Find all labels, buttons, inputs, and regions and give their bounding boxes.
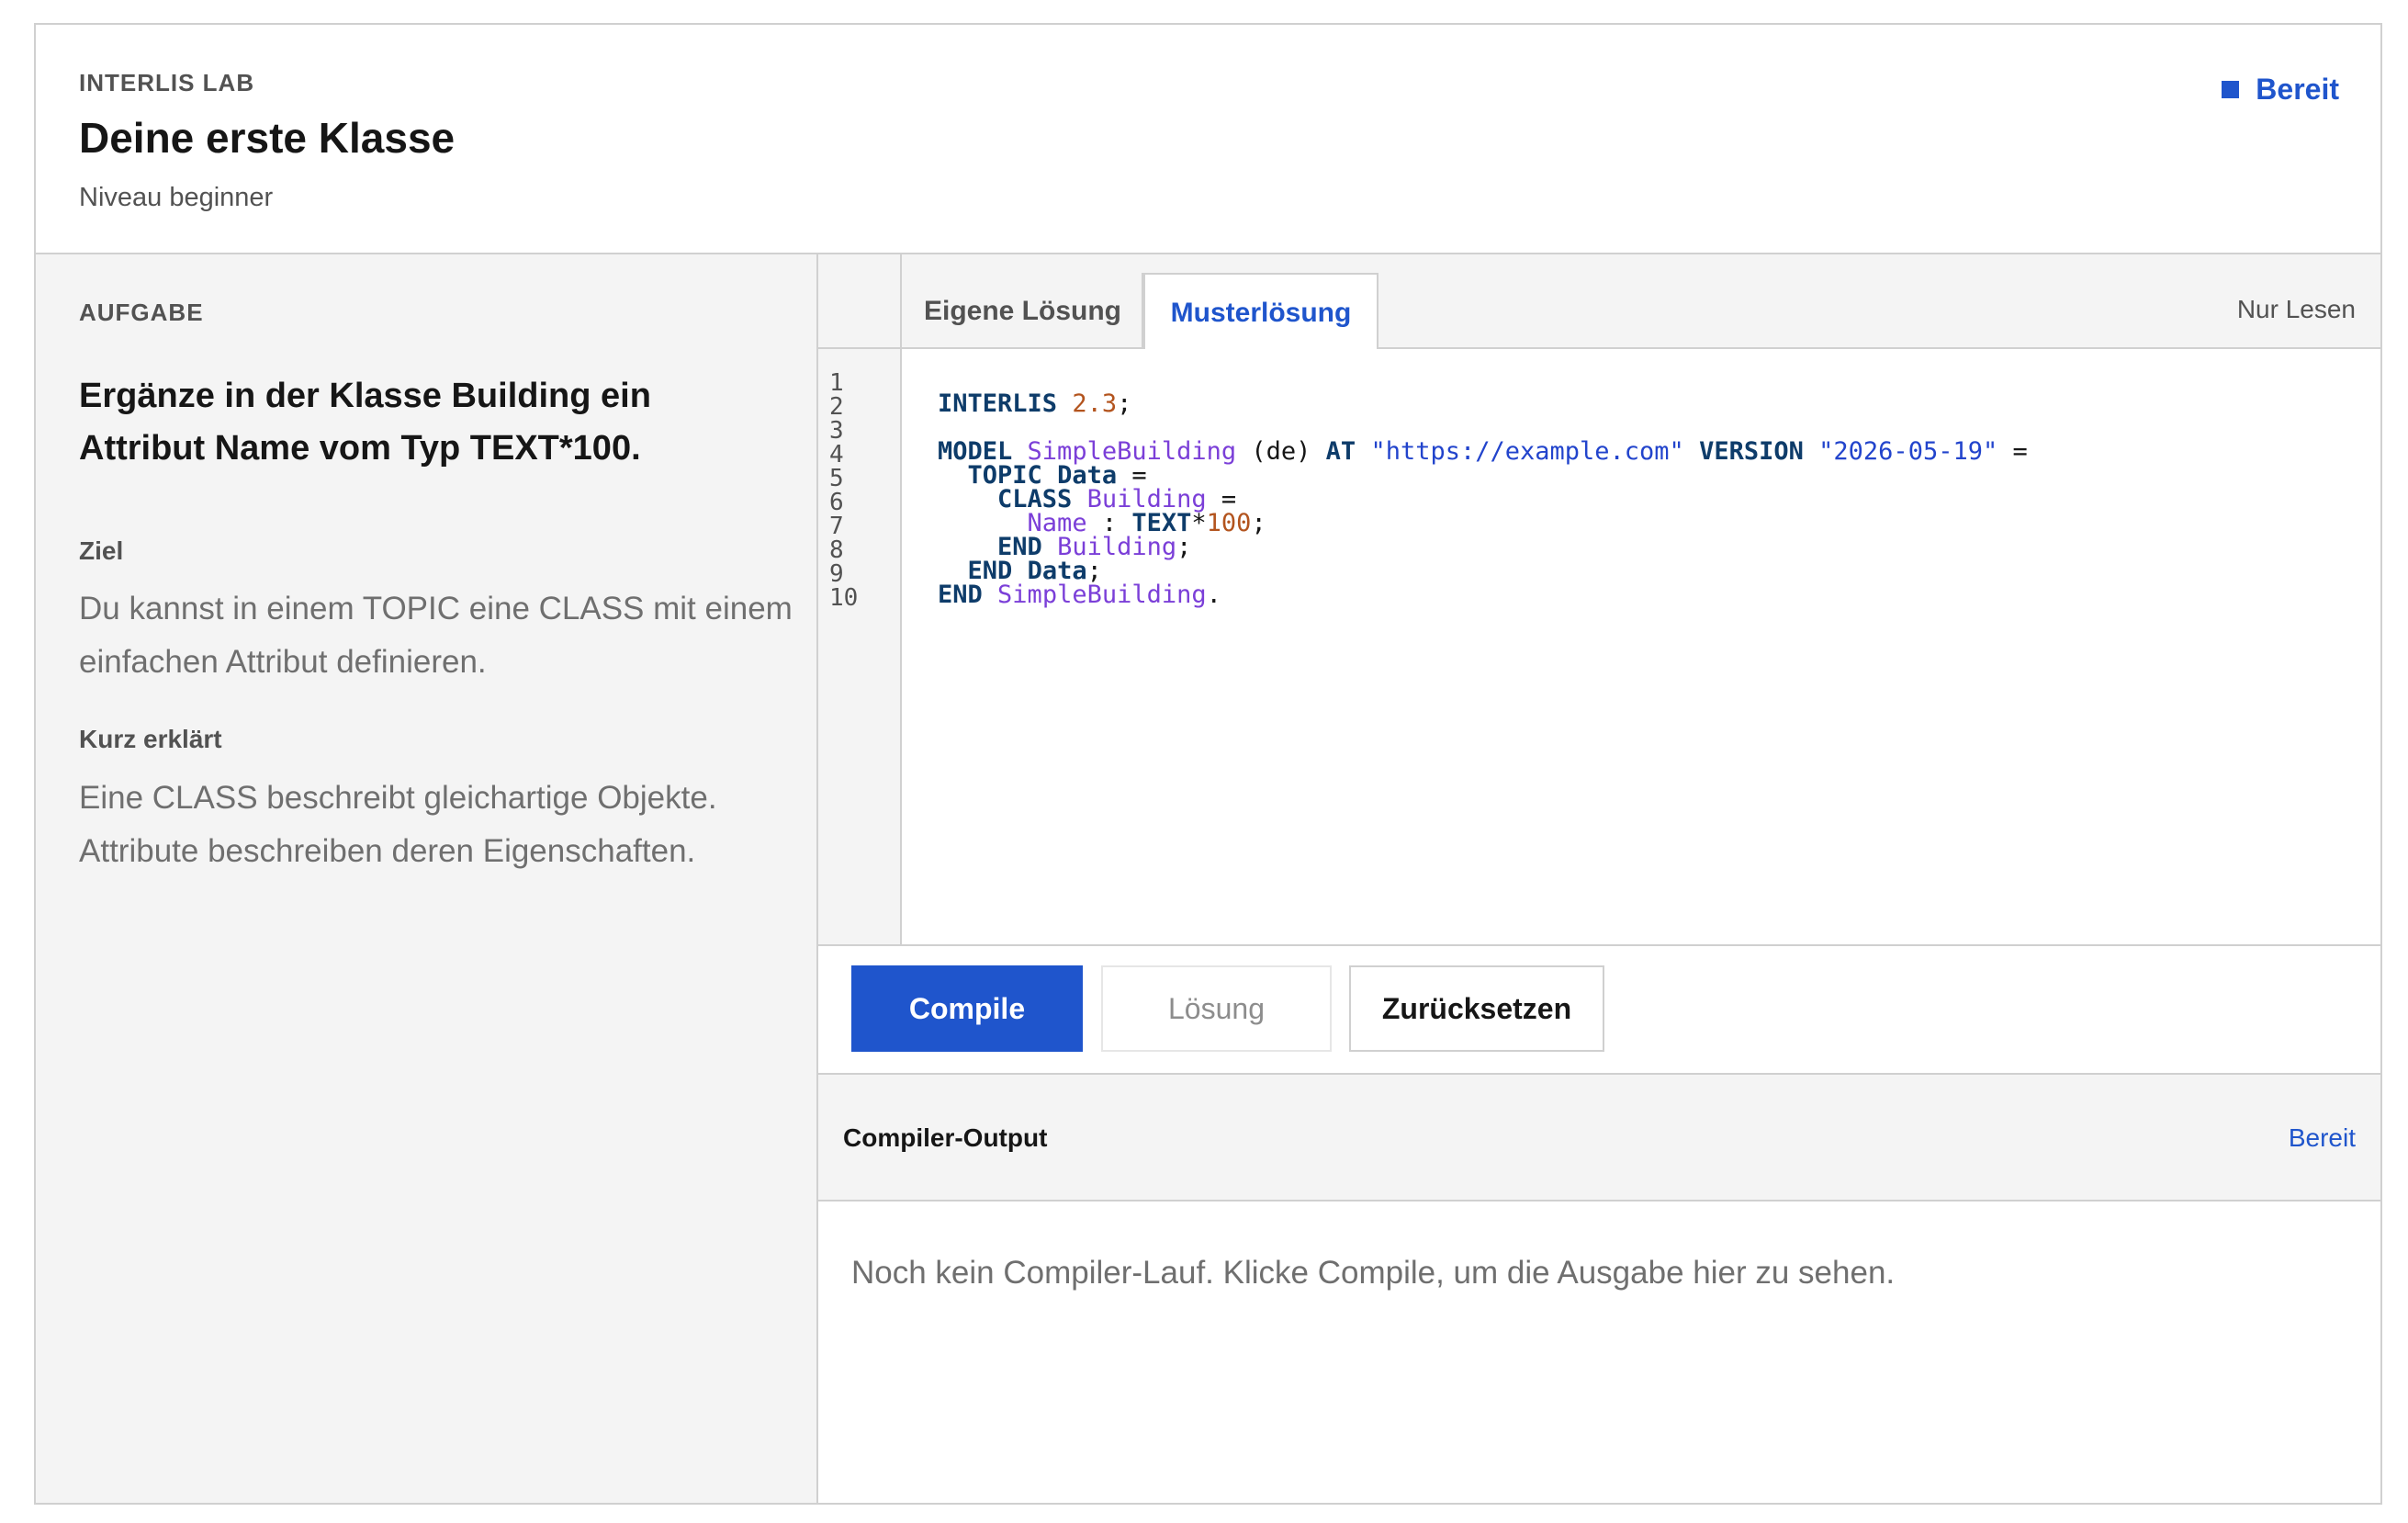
code-token: . [1206,581,1221,609]
code-token: "https://example.com" [1370,437,1684,466]
readonly-label: Nur Lesen [2236,295,2356,323]
action-bar: Compile Lösung Zurücksetzen [818,946,2380,1075]
code-line: INTERLIS 2.3; [938,384,2028,418]
output-header: Compiler-Output Bereit [818,1075,2380,1201]
editor-tabbar: Eigene Lösung Musterlösung Nur Lesen [818,254,2380,351]
code-token: (de) [1236,437,1326,466]
code-token: ; [1251,509,1266,537]
page-header: INTERLIS LAB Deine erste Klasse Niveau b… [36,25,2380,253]
solution-button[interactable]: Lösung [1101,965,1332,1052]
explain-label: Kurz erklärt [79,725,222,753]
code-token: = [1997,437,2028,466]
tab-sample-solution[interactable]: Musterlösung [1143,273,1378,351]
code-line: END Building; [938,527,2028,561]
code-token: SimpleBuilding [997,581,1207,609]
code-token: AT [1325,437,1356,466]
page-title: Deine erste Klasse [79,114,456,162]
status-indicator: Bereit [2222,73,2339,107]
code-token: VERSION [1699,437,1804,466]
app-frame: INTERLIS LAB Deine erste Klasse Niveau b… [34,23,2382,1505]
code-editor[interactable]: 1 2 3 4 5 6 7 8 9 10 INTERLIS 2.3; MODEL SimpleBu… [818,349,2380,946]
output-status: Bereit [2288,1123,2356,1152]
code-token: 2.3 [1072,389,1118,418]
reset-button[interactable]: Zurücksetzen [1349,965,1604,1052]
code-line: END SimpleBuilding. [938,575,2028,609]
code-token: ; [1117,389,1132,418]
app-eyebrow: INTERLIS LAB [79,69,255,96]
status-label: Bereit [2256,73,2339,106]
status-square-icon [2222,81,2240,98]
code-token: ; [1176,533,1192,561]
task-heading: Ergänze in der Klasse Building ein Attri… [79,377,651,468]
task-eyebrow: AUFGABE [79,299,204,326]
output-text: Noch kein Compiler-Lauf. Klicke Compile,… [851,1255,1896,1291]
output-title: Compiler-Output [843,1123,1048,1152]
output-body: Noch kein Compiler-Lauf. Klicke Compile,… [818,1201,2380,1503]
level-subtitle: Niveau beginner [79,183,274,212]
task-panel: AUFGABE Ergänze in der Klasse Building e… [36,254,816,1503]
compile-button[interactable]: Compile [851,965,1083,1052]
code-token: * [1191,509,1207,537]
tab-own-solution[interactable]: Eigene Lösung [904,273,1143,350]
explain-text: Eine CLASS beschreibt gleichartige Objek… [79,780,717,869]
code-line: CLASS Building = [938,479,2028,513]
code-content[interactable]: INTERLIS 2.3; MODEL SimpleBuilding (de) … [938,384,2028,623]
code-token: "2026-05-19" [1818,437,1998,466]
workspace-panel: Eigene Lösung Musterlösung Nur Lesen 123… [818,254,2380,1503]
code-line: END Data; [938,551,2028,585]
code-token: INTERLIS [938,389,1058,418]
line-number-gutter: 1 2 3 4 5 6 7 8 9 10 [818,349,902,944]
line-number: 10 [829,584,859,612]
goal-label: Ziel [79,536,124,565]
tabbar-gutter [818,254,902,349]
code-token: 100 [1206,509,1252,537]
code-line: Name : TEXT*100; [938,503,2028,537]
code-line: MODEL SimpleBuilding (de) AT "https://ex… [938,432,2028,466]
goal-text: Du kannst in einem TOPIC eine CLASS mit … [79,591,793,680]
